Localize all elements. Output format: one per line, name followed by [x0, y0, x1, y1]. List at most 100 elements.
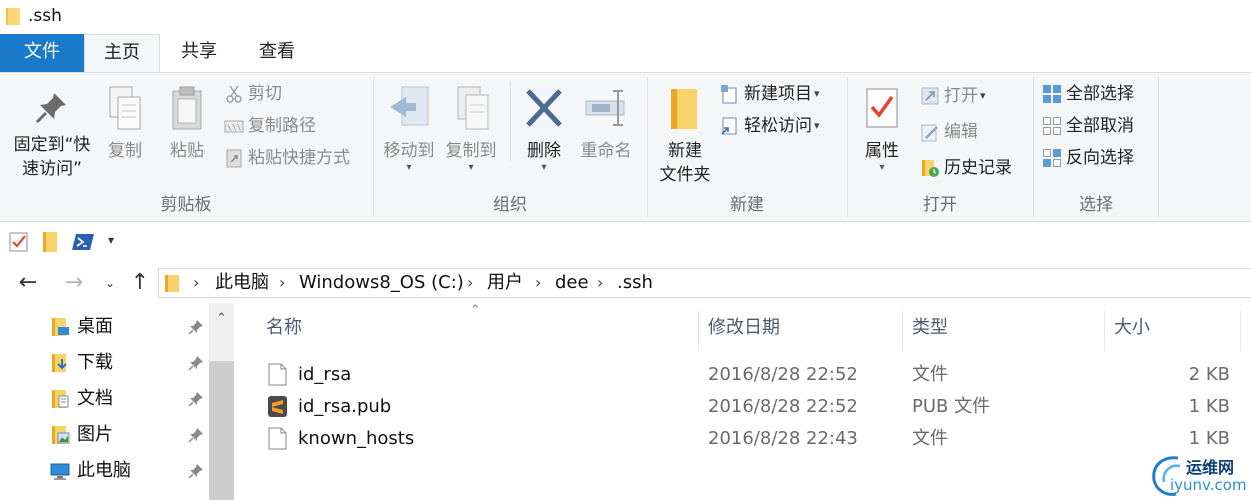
quick-access-toolbar: ▾	[0, 223, 1251, 263]
column-header-type[interactable]: 类型	[912, 315, 948, 341]
sublime-file-icon	[268, 396, 287, 417]
paste-shortcut-icon	[226, 149, 242, 168]
back-arrow-icon[interactable]: ←	[14, 269, 42, 297]
copy-to-label: 复制到	[445, 141, 497, 161]
open-button[interactable]: 打开 ▾	[920, 83, 986, 111]
sidebar-item-pictures[interactable]: 图片	[50, 419, 210, 451]
pin-to-quick-access-button[interactable]: 固定到“快 速访问”	[6, 89, 98, 181]
column-header-name[interactable]: 名称	[266, 315, 302, 341]
select-all-icon	[1043, 85, 1061, 103]
new-group: 新建 文件夹 新建项目 ▾ 轻松访问 ▾ 新建	[648, 73, 846, 221]
breadcrumb-dee[interactable]: dee	[555, 271, 589, 295]
move-to-icon	[390, 86, 429, 126]
new-folder-icon	[671, 89, 697, 129]
breadcrumb-separator-icon[interactable]: ›	[193, 271, 199, 295]
column-header-date[interactable]: 修改日期	[708, 315, 780, 341]
column-header-size[interactable]: 大小	[1114, 315, 1150, 341]
delete-x-icon	[526, 89, 562, 127]
table-row[interactable]: id_rsa 2016/8/28 22:52 文件 2 KB	[264, 359, 1244, 391]
rename-icon	[585, 90, 625, 126]
sidebar-item-downloads[interactable]: 下载	[50, 347, 210, 379]
breadcrumb-separator-icon[interactable]: ›	[535, 271, 541, 295]
pin-icon[interactable]	[188, 463, 204, 479]
new-item-icon	[721, 85, 737, 104]
paste-button[interactable]: 粘贴	[162, 85, 212, 163]
pictures-folder-icon	[52, 426, 70, 444]
breadcrumb-this-pc[interactable]: 此电脑	[215, 271, 269, 295]
tab-file[interactable]: 文件	[0, 34, 84, 72]
select-all-button[interactable]: 全部选择	[1042, 81, 1134, 109]
scroll-up-chevron-icon[interactable]: ⌃	[209, 311, 234, 331]
sort-ascending-icon: ⌃	[470, 303, 481, 318]
file-date: 2016/8/28 22:52	[708, 396, 858, 417]
file-date: 2016/8/28 22:43	[708, 428, 858, 449]
pin-icon[interactable]	[188, 427, 204, 443]
watermark-logo: 运维网 iyunv.com	[1148, 452, 1248, 498]
breadcrumb-separator-icon[interactable]: ›	[467, 271, 473, 295]
paste-shortcut-button[interactable]: 粘贴快捷方式	[224, 145, 350, 173]
new-folder-quick-icon[interactable]	[40, 231, 62, 253]
sidebar-item-documents[interactable]: 文档	[50, 383, 210, 415]
select-group-label: 选择	[1079, 195, 1113, 215]
breadcrumb-separator-icon[interactable]: ›	[279, 271, 285, 295]
table-row[interactable]: id_rsa.pub 2016/8/28 22:52 PUB 文件 1 KB	[264, 391, 1244, 423]
watermark-line2: iyunv.com	[1170, 476, 1247, 494]
tab-home[interactable]: 主页	[84, 34, 160, 72]
new-item-button[interactable]: 新建项目 ▾	[720, 81, 820, 109]
tab-view[interactable]: 查看	[238, 34, 316, 72]
pin-icon[interactable]	[188, 391, 204, 407]
rename-button[interactable]: 重命名	[574, 85, 638, 163]
cut-button[interactable]: 剪切	[224, 81, 282, 109]
desktop-folder-icon	[52, 318, 69, 336]
pin-icon[interactable]	[188, 319, 204, 335]
invert-selection-icon	[1043, 149, 1061, 167]
breadcrumb-drive-c[interactable]: Windows8_OS (C:)	[299, 271, 464, 295]
breadcrumb-ssh[interactable]: .ssh	[617, 271, 653, 295]
window-title: .ssh	[28, 6, 62, 26]
properties-quick-icon[interactable]	[8, 231, 30, 253]
properties-button[interactable]: 属性 ▾	[856, 85, 908, 173]
breadcrumb-separator-icon[interactable]: ›	[597, 271, 603, 295]
up-arrow-icon[interactable]: ↑	[126, 269, 154, 297]
column-divider[interactable]	[902, 311, 903, 351]
address-bar[interactable]: › 此电脑 › Windows8_OS (C:) › 用户 › dee › .s…	[158, 268, 1251, 298]
column-divider[interactable]	[698, 311, 699, 351]
breadcrumb-users[interactable]: 用户	[487, 271, 523, 295]
edit-label: 编辑	[944, 122, 978, 142]
tab-share[interactable]: 共享	[160, 34, 238, 72]
column-divider[interactable]	[1240, 311, 1241, 351]
customize-toolbar-dropdown-icon[interactable]: ▾	[108, 233, 130, 255]
folder-icon	[6, 8, 20, 25]
recent-locations-chevron-down-icon[interactable]: ⌄	[96, 269, 124, 297]
copy-path-label: 复制路径	[248, 116, 316, 136]
column-divider[interactable]	[1104, 311, 1105, 351]
table-row[interactable]: known_hosts 2016/8/28 22:43 文件 1 KB	[264, 423, 1244, 455]
sidebar-item-label: 桌面	[77, 316, 113, 337]
sidebar-scrollbar-thumb[interactable]	[209, 361, 234, 500]
sidebar-item-desktop[interactable]: 桌面	[50, 311, 210, 343]
file-size: 1 KB	[1188, 396, 1230, 417]
svg-text:\\\: \\\	[227, 123, 242, 132]
copy-path-button[interactable]: \\\ 复制路径	[224, 113, 316, 141]
folder-icon	[165, 275, 179, 292]
sidebar-item-this-pc[interactable]: 此电脑	[50, 455, 210, 487]
properties-checkmark-icon	[866, 88, 898, 128]
powershell-icon[interactable]	[72, 231, 94, 253]
copy-button[interactable]: 复制	[100, 85, 150, 163]
history-button[interactable]: 历史记录	[920, 155, 1012, 183]
pin-icon[interactable]	[188, 355, 204, 371]
delete-button[interactable]: 删除 ▾	[518, 85, 570, 173]
easy-access-label: 轻松访问	[744, 116, 812, 136]
edit-button[interactable]: 编辑	[920, 119, 978, 147]
delete-dropdown-icon: ▾	[541, 162, 547, 173]
sidebar-item-label: 文档	[77, 388, 113, 409]
easy-access-button[interactable]: 轻松访问 ▾	[720, 113, 820, 141]
copy-to-button[interactable]: 复制到 ▾	[440, 85, 502, 173]
invert-selection-button[interactable]: 反向选择	[1042, 145, 1134, 173]
new-folder-button[interactable]: 新建 文件夹	[652, 85, 718, 187]
move-to-button[interactable]: 移动到 ▾	[378, 85, 440, 173]
select-none-button[interactable]: 全部取消	[1042, 113, 1134, 141]
delete-label: 删除	[527, 141, 561, 161]
title-bar: .ssh	[0, 0, 1251, 34]
forward-arrow-icon[interactable]: →	[60, 269, 88, 297]
